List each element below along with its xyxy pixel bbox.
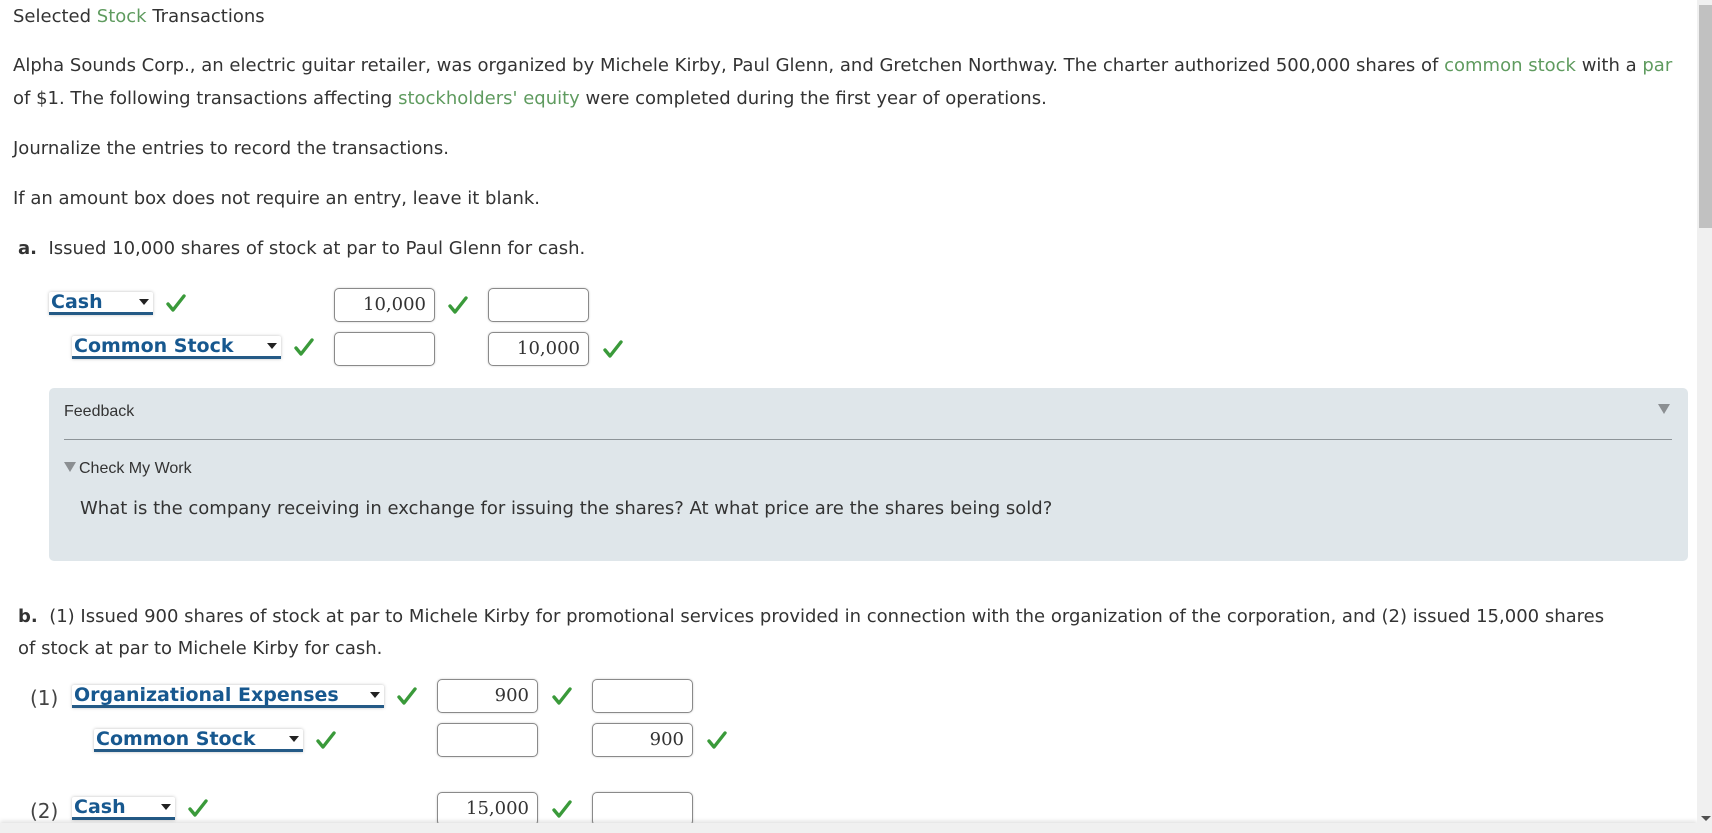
account-select-value: Organizational Expenses [74,684,339,706]
debit-input-b-row2[interactable] [437,723,538,757]
glossary-term-common-stock[interactable]: common stock [1444,55,1576,76]
glossary-term-stockholders-equity[interactable]: stockholders' equity [398,88,580,109]
checkmark-icon [397,686,417,706]
check-my-work-label: Check My Work [79,460,192,477]
checkmark-icon [603,339,623,359]
vertical-scrollbar[interactable] [1697,0,1712,833]
part-a-prompt: a. Issued 10,000 shares of stock at par … [18,232,585,265]
debit-input-a-row1[interactable]: 10,000 [334,288,435,322]
intro-text: of $1. The following transactions affect… [13,88,399,109]
intro-text: with a [1575,55,1643,76]
checkmark-icon [707,730,727,750]
instruction-blank: If an amount box does not require an ent… [13,188,541,209]
caret-down-icon [161,804,171,810]
credit-input-a-row2[interactable]: 10,000 [488,332,589,366]
part-b-text: (1) Issued 900 shares of stock at par to… [49,606,1605,627]
checkmark-icon [552,686,572,706]
part-b-prompt-line2: of stock at par to Michele Kirby for cas… [18,638,383,659]
problem-title: Selected Stock Transactions [13,0,265,33]
checkmark-icon [166,293,186,313]
title-text: Selected [13,6,97,27]
part-b-prompt-line1: b. (1) Issued 900 shares of stock at par… [18,600,1604,633]
account-select-value: Cash [51,291,103,313]
feedback-panel: Feedback Check My Work What is the compa… [49,388,1688,561]
debit-input-b-row3[interactable]: 15,000 [437,792,538,826]
caret-down-icon [289,736,299,742]
credit-input-a-row1[interactable] [488,288,589,322]
title-text-end: Transactions [146,6,265,27]
checkmark-icon [448,295,468,315]
credit-input-b-row1[interactable] [592,679,693,713]
part-a-text: Issued 10,000 shares of stock at par to … [48,238,586,259]
credit-input-b-row3[interactable] [592,792,693,826]
account-select-value: Common Stock [74,335,234,357]
caret-down-icon [139,299,149,305]
debit-input-b-row1[interactable]: 900 [437,679,538,713]
account-select-value: Common Stock [96,728,256,750]
sub-entry-label-2: (2) [30,799,59,823]
triangle-down-icon [64,462,76,472]
feedback-message: What is the company receiving in exchang… [80,498,1053,519]
credit-input-b-row2[interactable]: 900 [592,723,693,757]
question-content: Selected Stock Transactions Alpha Sounds… [0,0,1697,833]
intro-text: Alpha Sounds Corp., an electric guitar r… [13,55,1445,76]
collapse-triangle-icon[interactable] [1658,404,1670,414]
checkmark-icon [294,337,314,357]
account-select-b-row1[interactable]: Organizational Expenses [72,685,384,708]
instruction-journalize: Journalize the entries to record the tra… [13,138,449,159]
bottom-toolbar [0,823,1697,833]
glossary-term-stock[interactable]: Stock [97,6,147,27]
checkmark-icon [188,798,208,818]
scroll-down-arrow-icon[interactable] [1701,816,1711,821]
account-select-a-row2[interactable]: Common Stock [72,336,281,359]
account-select-value: Cash [74,796,126,818]
account-select-a-row1[interactable]: Cash [49,292,153,315]
check-my-work-toggle[interactable]: Check My Work [64,460,192,478]
sub-entry-label-1: (1) [30,686,59,710]
account-select-b-row3[interactable]: Cash [72,797,175,820]
problem-intro: Alpha Sounds Corp., an electric guitar r… [13,49,1673,115]
feedback-title: Feedback [64,403,135,420]
scrollbar-thumb[interactable] [1699,5,1712,228]
account-select-b-row2[interactable]: Common Stock [94,729,303,752]
checkmark-icon [552,799,572,819]
intro-text: were completed during the first year of … [579,88,1047,109]
part-b-label: b. [18,606,38,627]
checkmark-icon [316,730,336,750]
glossary-term-par[interactable]: par [1642,55,1672,76]
caret-down-icon [267,343,277,349]
debit-input-a-row2[interactable] [334,332,435,366]
caret-down-icon [370,692,380,698]
part-a-label: a. [18,238,37,259]
feedback-divider [64,439,1672,440]
